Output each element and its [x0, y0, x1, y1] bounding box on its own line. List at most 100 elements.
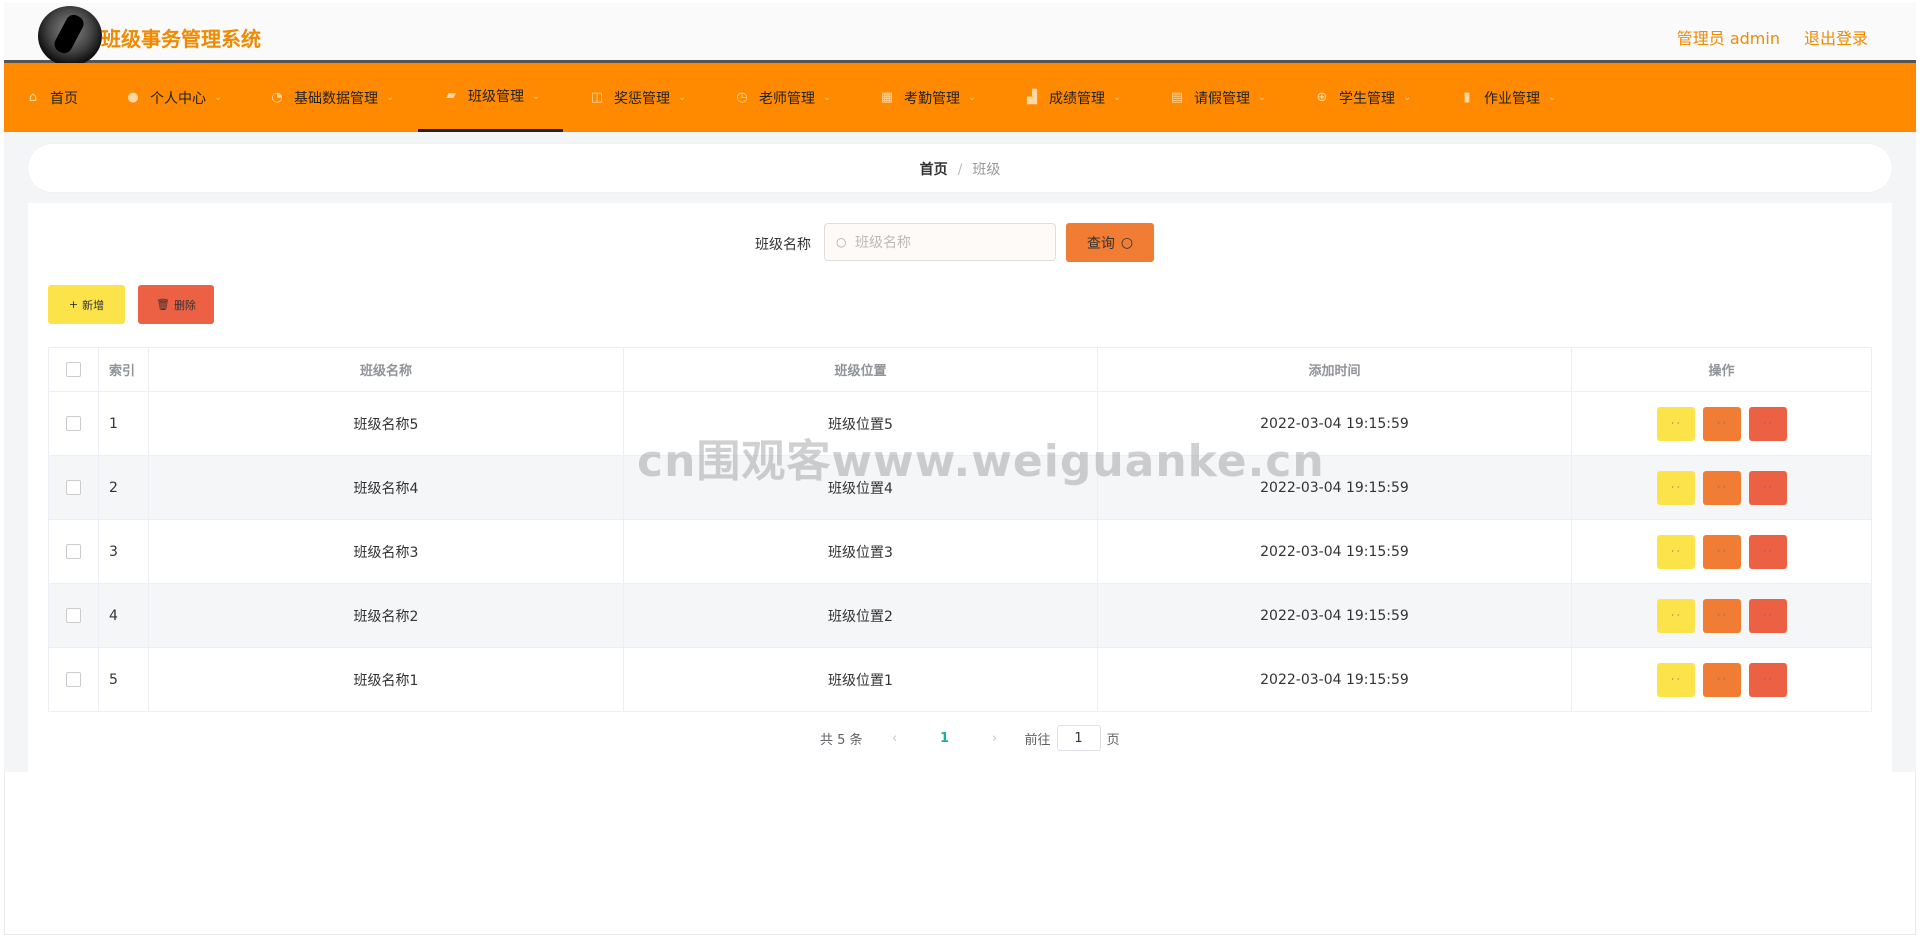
detail-button[interactable]: · ·	[1656, 406, 1695, 441]
chevron-left-icon[interactable]: ‹	[883, 731, 907, 746]
clock-icon: ◷	[736, 89, 748, 105]
column-header[interactable]: 班级名称	[148, 347, 624, 392]
chevron-down-icon: ⌄	[678, 92, 687, 103]
table-row: 5 班级名称1 班级位置1 2022-03-04 19:15:59 · · · ·…	[48, 647, 1872, 712]
nav-item-score[interactable]: ▟ 成绩管理 ⌄	[1025, 63, 1121, 132]
edit-button[interactable]: · ·	[1702, 598, 1741, 633]
nav-label: 成绩管理	[1049, 90, 1105, 107]
row-checkbox[interactable]	[66, 672, 81, 687]
nav-item-home[interactable]: ⌂ 首页	[26, 63, 78, 132]
row-added-time: 2022-03-04 19:15:59	[1097, 583, 1572, 648]
chevron-down-icon: ⌄	[214, 92, 223, 103]
page-number[interactable]: 1	[925, 731, 965, 746]
nav-item-profile[interactable]: ● 个人中心 ⌄	[126, 63, 222, 132]
detail-button[interactable]: · ·	[1656, 470, 1695, 505]
column-header: 索引	[98, 347, 149, 392]
nav-item-attendance[interactable]: ▦ 考勤管理 ⌄	[880, 63, 977, 132]
row-actions: · · · · · ·	[1571, 583, 1872, 648]
nav-item-teacher[interactable]: ◷ 老师管理 ⌄	[735, 63, 831, 132]
edit-button[interactable]: · ·	[1702, 470, 1741, 505]
breadcrumb-home[interactable]: 首页	[920, 162, 948, 178]
detail-button[interactable]: · ·	[1656, 534, 1695, 569]
nav-label: 班级管理	[468, 89, 524, 105]
row-class-location: 班级位置3	[623, 519, 1098, 584]
breadcrumb-current: 班级	[972, 162, 1001, 178]
nav-item-homework[interactable]: ▮ 作业管理 ⌄	[1460, 63, 1556, 132]
chevron-right-icon[interactable]: ›	[983, 731, 1007, 746]
search-input[interactable]	[853, 232, 1047, 254]
chart-icon: ▮	[1463, 89, 1471, 105]
logo-image	[38, 6, 102, 66]
chevron-down-icon: ⌄	[1258, 92, 1267, 103]
row-delete-button[interactable]: · ·	[1748, 662, 1787, 697]
trash-icon: 🗑	[156, 298, 170, 311]
select-all-cell	[48, 347, 99, 392]
table-row: 4 班级名称2 班级位置2 2022-03-04 19:15:59 · · · ·…	[48, 583, 1872, 648]
page-suffix: 页	[1106, 732, 1120, 748]
breadcrumb-separator: /	[957, 162, 963, 178]
edit-button[interactable]: · ·	[1702, 406, 1741, 441]
nav-label: 奖惩管理	[614, 90, 670, 107]
nav-item-class[interactable]: ▰ 班级管理 ⌄	[418, 63, 563, 132]
row-checkbox[interactable]	[66, 416, 81, 431]
nav-item-reward[interactable]: ◫ 奖惩管理 ⌄	[590, 63, 687, 132]
detail-button[interactable]: · ·	[1656, 662, 1695, 697]
dashboard-icon: ◔	[271, 89, 283, 105]
chevron-down-icon: ⌄	[1548, 92, 1557, 103]
nav-label: 个人中心	[150, 90, 206, 107]
pagination: 共 5 条 ‹ 1 › 前往 1 页	[820, 725, 1120, 751]
leave-icon: ▤	[1170, 89, 1184, 105]
nav-label: 基础数据管理	[294, 90, 378, 107]
query-button[interactable]: 查询 ○	[1066, 223, 1154, 262]
row-added-time: 2022-03-04 19:15:59	[1097, 519, 1572, 584]
goto-page-input[interactable]: 1	[1056, 725, 1101, 751]
breadcrumb: 首页 / 班级	[28, 159, 1892, 179]
target-icon: ⊕	[1316, 89, 1328, 105]
table-row: 3 班级名称3 班级位置3 2022-03-04 19:15:59 · · · ·…	[48, 519, 1872, 584]
row-delete-button[interactable]: · ·	[1748, 470, 1787, 505]
row-class-location: 班级位置1	[623, 647, 1098, 712]
nav-label: 请假管理	[1194, 90, 1250, 107]
calendar-icon: ▦	[880, 89, 894, 105]
nav-item-leave[interactable]: ▤ 请假管理 ⌄	[1170, 63, 1267, 132]
class-table: 索引 班级名称 班级位置 添加时间 操作 1 班级名称5 班级位置 5 2022-…	[48, 347, 1872, 712]
query-button-label: 查询	[1086, 235, 1115, 252]
row-checkbox[interactable]	[66, 480, 81, 495]
add-button[interactable]: + 新增	[48, 285, 125, 324]
main-nav: ⌂ 首页 ● 个人中心 ⌄ ◔ 基础数据管理 ⌄ ▰ 班级管理 ⌄ ◫ 奖惩管理 ⌄ ◷ 老师管理 ⌄…	[4, 63, 1916, 132]
user-icon: ●	[127, 89, 139, 105]
delete-button[interactable]: 🗑 删除	[138, 285, 214, 324]
row-checkbox[interactable]	[66, 544, 81, 559]
nav-label: 作业管理	[1484, 90, 1540, 107]
add-button-label: 新增	[82, 298, 105, 312]
chevron-down-icon: ⌄	[1403, 92, 1412, 103]
edit-button[interactable]: · ·	[1702, 534, 1741, 569]
logout-link[interactable]: 退出登录	[1804, 25, 1868, 49]
column-header[interactable]: 班级位置	[623, 347, 1098, 392]
row-class-name: 班级名称2	[148, 583, 624, 648]
column-header[interactable]: 添加时间	[1097, 347, 1572, 392]
delete-button-label: 删除	[173, 298, 196, 312]
row-class-location: 班级位置2	[623, 583, 1098, 648]
nav-label: 学生管理	[1339, 90, 1395, 107]
row-class-name: 班级名称1	[148, 647, 624, 712]
row-delete-button[interactable]: · ·	[1748, 598, 1787, 633]
row-checkbox[interactable]	[66, 608, 81, 623]
nav-label: 首页	[50, 90, 78, 107]
row-index: 4	[98, 583, 149, 648]
home-icon: ⌂	[28, 89, 38, 105]
row-delete-button[interactable]: · ·	[1748, 534, 1787, 569]
chevron-down-icon: ⌄	[532, 90, 541, 102]
admin-user-label[interactable]: 管理员 admin	[1677, 25, 1780, 49]
edit-button[interactable]: · ·	[1702, 662, 1741, 697]
row-index: 1	[98, 391, 149, 456]
header-user-area: 管理员 admin 退出登录	[1677, 25, 1868, 49]
nav-item-student[interactable]: ⊕ 学生管理 ⌄	[1315, 63, 1412, 132]
select-all-checkbox[interactable]	[66, 362, 81, 377]
row-delete-button[interactable]: · ·	[1748, 406, 1787, 441]
row-class-name: 班级名称3	[148, 519, 624, 584]
detail-button[interactable]: · ·	[1656, 598, 1695, 633]
app-title: 班级事务管理系统	[101, 27, 261, 51]
row-index: 3	[98, 519, 149, 584]
nav-item-basic-data[interactable]: ◔ 基础数据管理 ⌄	[270, 63, 394, 132]
